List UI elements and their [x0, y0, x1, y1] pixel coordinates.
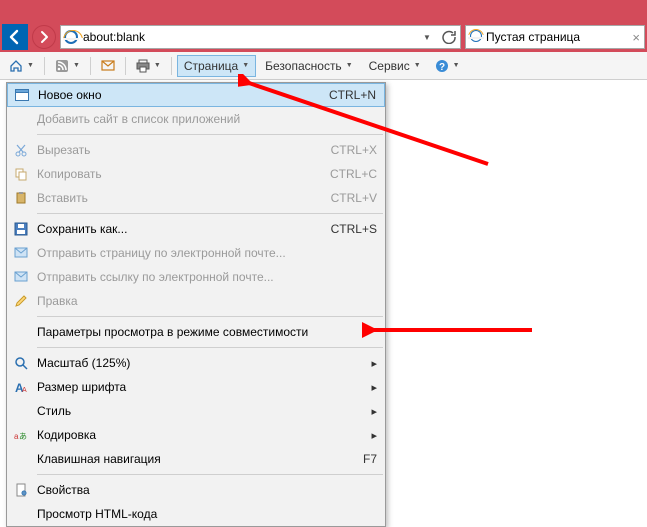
menu-item-label: Отправить страницу по электронной почте.… — [37, 246, 286, 260]
back-button[interactable] — [2, 24, 28, 50]
service-menu-label: Сервис — [369, 59, 410, 73]
arrow-right-icon — [37, 30, 51, 44]
menu-separator — [37, 213, 383, 214]
menu-send-page: Отправить страницу по электронной почте.… — [7, 241, 385, 265]
help-icon: ? — [435, 59, 449, 73]
menu-item-label: Размер шрифта — [37, 380, 126, 394]
annotation-arrow-2 — [362, 315, 542, 345]
address-input[interactable] — [81, 27, 416, 47]
menu-item-shortcut: CTRL+V — [331, 191, 377, 205]
svg-text:A: A — [22, 387, 27, 394]
menu-item-shortcut: F7 — [363, 452, 377, 466]
menu-item-label: Добавить сайт в список приложений — [37, 112, 240, 126]
rss-icon — [55, 59, 69, 73]
home-button[interactable] — [4, 55, 39, 77]
menu-item-shortcut: CTRL+S — [331, 222, 377, 236]
menu-separator — [37, 134, 383, 135]
page-menu-label: Страница — [184, 59, 238, 73]
encoding-icon: aあ — [11, 425, 31, 445]
menu-properties[interactable]: Свойства — [7, 478, 385, 502]
menu-item-label: Отправить ссылку по электронной почте... — [37, 270, 274, 284]
menu-send-link: Отправить ссылку по электронной почте... — [7, 265, 385, 289]
menu-item-label: Вырезать — [37, 143, 90, 157]
zoom-icon — [11, 353, 31, 373]
svg-text:?: ? — [439, 62, 445, 73]
service-menu-button[interactable]: Сервис — [362, 55, 428, 77]
menu-item-shortcut: CTRL+C — [330, 167, 377, 181]
navigation-bar: ▼ Пустая страница × — [0, 22, 647, 52]
menu-item-label: Новое окно — [38, 88, 102, 102]
menu-item-label: Вставить — [37, 191, 88, 205]
menu-item-label: Клавишная навигация — [37, 452, 161, 466]
home-icon — [9, 59, 23, 73]
menu-style[interactable]: Стиль — [7, 399, 385, 423]
menu-font-size[interactable]: AA Размер шрифта — [7, 375, 385, 399]
menu-keyboard-nav[interactable]: Клавишная навигация F7 — [7, 447, 385, 471]
mail-button[interactable] — [96, 55, 120, 77]
ie-icon — [470, 30, 482, 45]
help-button[interactable]: ? — [430, 55, 465, 77]
pencil-icon — [11, 291, 31, 311]
menu-item-label: Кодировка — [37, 428, 96, 442]
menu-item-shortcut: CTRL+N — [329, 88, 376, 102]
menu-paste: Вставить CTRL+V — [7, 186, 385, 210]
menu-item-label: Правка — [37, 294, 78, 308]
command-bar: Страница Безопасность Сервис ? — [0, 52, 647, 80]
mail-icon — [101, 60, 115, 72]
security-menu-button[interactable]: Безопасность — [258, 55, 359, 77]
mail-link-icon — [11, 267, 31, 287]
refresh-icon[interactable] — [438, 26, 460, 48]
menu-item-label: Масштаб (125%) — [37, 356, 130, 370]
page-dropdown-menu: Новое окно CTRL+N Добавить сайт в список… — [6, 82, 386, 527]
font-size-icon: AA — [11, 377, 31, 397]
arrow-left-icon — [6, 28, 24, 46]
address-dropdown-icon[interactable]: ▼ — [416, 26, 438, 48]
menu-item-label: Свойства — [37, 483, 90, 497]
feeds-button[interactable] — [50, 55, 85, 77]
close-icon[interactable]: × — [632, 30, 640, 45]
tab-title: Пустая страница — [486, 30, 580, 44]
menu-new-window[interactable]: Новое окно CTRL+N — [7, 83, 385, 107]
print-button[interactable] — [131, 55, 166, 77]
address-bar[interactable]: ▼ — [60, 25, 461, 49]
menu-zoom[interactable]: Масштаб (125%) — [7, 351, 385, 375]
forward-button[interactable] — [32, 25, 56, 49]
menu-copy: Копировать CTRL+C — [7, 162, 385, 186]
save-icon — [11, 219, 31, 239]
page-menu-button[interactable]: Страница — [177, 55, 256, 77]
scissors-icon — [11, 140, 31, 160]
security-menu-label: Безопасность — [265, 59, 342, 73]
menu-item-label: Просмотр HTML-кода — [37, 507, 157, 521]
menu-save-as[interactable]: Сохранить как... CTRL+S — [7, 217, 385, 241]
menu-separator — [37, 474, 383, 475]
menu-add-to-apps: Добавить сайт в список приложений — [7, 107, 385, 131]
ie-icon — [61, 30, 81, 44]
properties-icon — [11, 480, 31, 500]
window-icon — [12, 85, 32, 105]
menu-encoding[interactable]: aあ Кодировка — [7, 423, 385, 447]
menu-item-label: Сохранить как... — [37, 222, 127, 236]
menu-cut: Вырезать CTRL+X — [7, 138, 385, 162]
menu-separator — [37, 347, 383, 348]
paste-icon — [11, 188, 31, 208]
copy-icon — [11, 164, 31, 184]
window-titlebar — [0, 0, 647, 22]
menu-item-label: Стиль — [37, 404, 71, 418]
printer-icon — [136, 59, 150, 73]
menu-item-label: Копировать — [37, 167, 102, 181]
menu-separator — [37, 316, 383, 317]
menu-item-label: Параметры просмотра в режиме совместимос… — [37, 325, 308, 339]
menu-view-source[interactable]: Просмотр HTML-кода — [7, 502, 385, 526]
browser-tab[interactable]: Пустая страница × — [465, 25, 645, 49]
mail-page-icon — [11, 243, 31, 263]
menu-item-shortcut: CTRL+X — [331, 143, 377, 157]
svg-text:あ: あ — [19, 432, 27, 441]
menu-edit: Правка — [7, 289, 385, 313]
menu-compatibility-view[interactable]: Параметры просмотра в режиме совместимос… — [7, 320, 385, 344]
